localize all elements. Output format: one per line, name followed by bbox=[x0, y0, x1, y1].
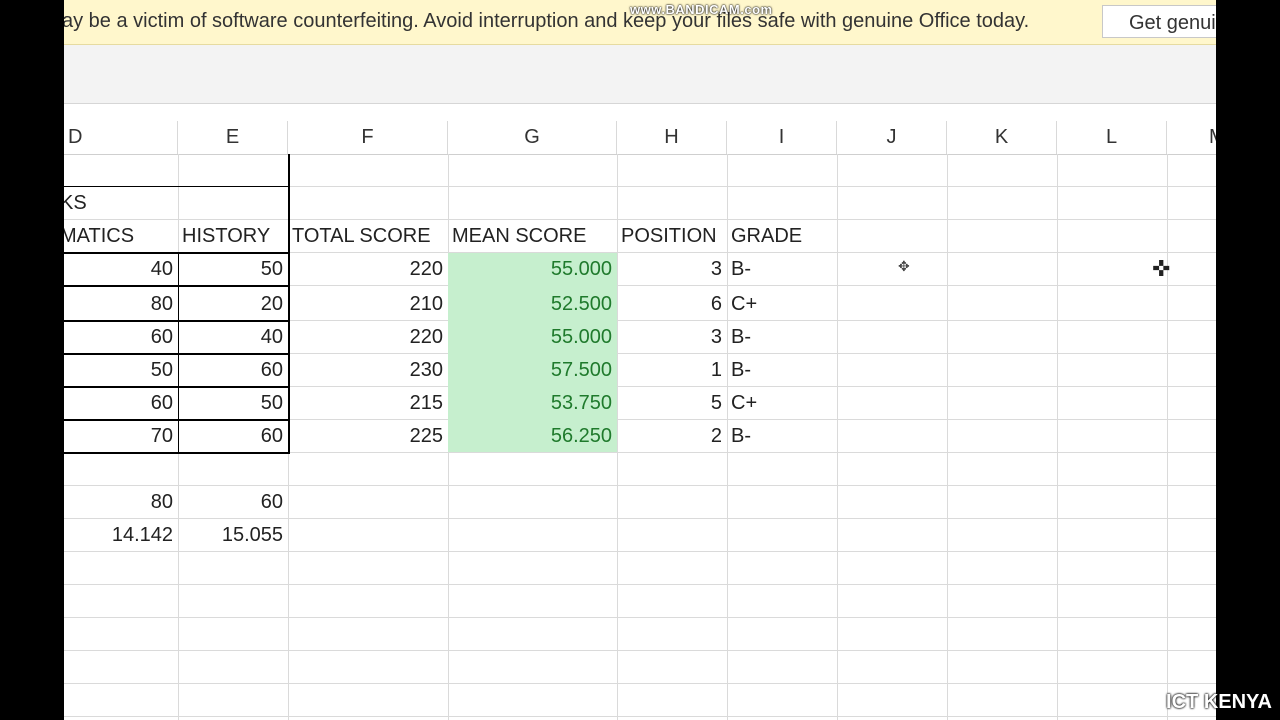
cell-grid[interactable]: KS MATICS HISTORY TOTAL SCORE MEAN SCORE… bbox=[64, 154, 1216, 720]
cell-grade[interactable]: B- bbox=[727, 321, 837, 354]
header-history[interactable]: HISTORY bbox=[178, 220, 288, 253]
cell-grade[interactable]: C+ bbox=[727, 387, 837, 420]
cell-mean[interactable]: 55.000 bbox=[448, 321, 617, 354]
cell-math[interactable]: 50 bbox=[64, 354, 178, 387]
column-headers: D E F G H I J K L M bbox=[64, 121, 1216, 155]
column-header-e[interactable]: E bbox=[178, 121, 288, 154]
cell-position[interactable]: 2 bbox=[617, 420, 727, 453]
cell-grade[interactable]: C+ bbox=[727, 288, 837, 321]
cell-position[interactable]: 3 bbox=[617, 253, 727, 286]
cell-mean[interactable]: 53.750 bbox=[448, 387, 617, 420]
cell-total[interactable]: 220 bbox=[288, 253, 448, 286]
cell-total[interactable]: 230 bbox=[288, 354, 448, 387]
cell-math[interactable]: 80 bbox=[64, 288, 178, 321]
cell-position[interactable]: 5 bbox=[617, 387, 727, 420]
cell-mean[interactable]: 57.500 bbox=[448, 354, 617, 387]
cell-mean[interactable]: 55.000 bbox=[448, 253, 617, 286]
cell-position[interactable]: 1 bbox=[617, 354, 727, 387]
cell-position[interactable]: 3 bbox=[617, 321, 727, 354]
channel-watermark: ICT KENYA bbox=[1166, 691, 1272, 713]
header-mathematics[interactable]: MATICS bbox=[64, 220, 176, 253]
cell-position[interactable]: 6 bbox=[617, 288, 727, 321]
cell-select-cursor-icon: ✥ bbox=[898, 258, 910, 274]
cell-math[interactable]: 40 bbox=[64, 253, 178, 286]
cell-total[interactable]: 215 bbox=[288, 387, 448, 420]
get-genuine-button[interactable]: Get genui bbox=[1102, 5, 1216, 38]
column-header-l[interactable]: L bbox=[1057, 121, 1167, 154]
cell-max-math[interactable]: 80 bbox=[64, 486, 178, 519]
cell-stdev-history[interactable]: 15.055 bbox=[178, 519, 288, 552]
header-position[interactable]: POSITION bbox=[617, 220, 727, 253]
cell-history[interactable]: 50 bbox=[178, 253, 288, 286]
header-grade[interactable]: GRADE bbox=[727, 220, 837, 253]
cell-math[interactable]: 60 bbox=[64, 321, 178, 354]
column-header-j[interactable]: J bbox=[837, 121, 947, 154]
counterfeit-warning-bar: ay be a victim of software counterfeitin… bbox=[64, 0, 1216, 45]
recorder-watermark: www.BANDICAM.com bbox=[630, 2, 773, 17]
cell-math[interactable]: 60 bbox=[64, 387, 178, 420]
header-mean-score[interactable]: MEAN SCORE bbox=[448, 220, 617, 253]
cell-history[interactable]: 60 bbox=[178, 354, 288, 387]
cell-max-history[interactable]: 60 bbox=[178, 486, 288, 519]
cell-mean[interactable]: 52.500 bbox=[448, 288, 617, 321]
table-title-cell[interactable]: KS bbox=[64, 187, 176, 220]
excel-window: ay be a victim of software counterfeitin… bbox=[64, 0, 1216, 720]
cell-history[interactable]: 60 bbox=[178, 420, 288, 453]
cell-total[interactable]: 225 bbox=[288, 420, 448, 453]
column-header-f[interactable]: F bbox=[288, 121, 448, 154]
cell-mean[interactable]: 56.250 bbox=[448, 420, 617, 453]
cell-grade[interactable]: B- bbox=[727, 420, 837, 453]
cell-grade[interactable]: B- bbox=[727, 354, 837, 387]
formula-bar-area bbox=[64, 45, 1216, 104]
plus-cursor-icon: ✜ bbox=[1152, 256, 1171, 281]
cell-stdev-math[interactable]: 14.142 bbox=[64, 519, 178, 552]
column-header-i[interactable]: I bbox=[727, 121, 837, 154]
cell-history[interactable]: 40 bbox=[178, 321, 288, 354]
cell-history[interactable]: 50 bbox=[178, 387, 288, 420]
cell-total[interactable]: 220 bbox=[288, 321, 448, 354]
column-header-d[interactable]: D bbox=[64, 121, 178, 154]
warning-message: ay be a victim of software counterfeitin… bbox=[64, 10, 1030, 32]
column-header-h[interactable]: H bbox=[617, 121, 727, 154]
cell-grade[interactable]: B- bbox=[727, 253, 837, 286]
cell-total[interactable]: 210 bbox=[288, 288, 448, 321]
header-total-score[interactable]: TOTAL SCORE bbox=[288, 220, 448, 253]
column-header-m[interactable]: M bbox=[1167, 121, 1216, 154]
cell-math[interactable]: 70 bbox=[64, 420, 178, 453]
column-header-k[interactable]: K bbox=[947, 121, 1057, 154]
column-header-g[interactable]: G bbox=[448, 121, 617, 154]
cell-history[interactable]: 20 bbox=[178, 288, 288, 321]
